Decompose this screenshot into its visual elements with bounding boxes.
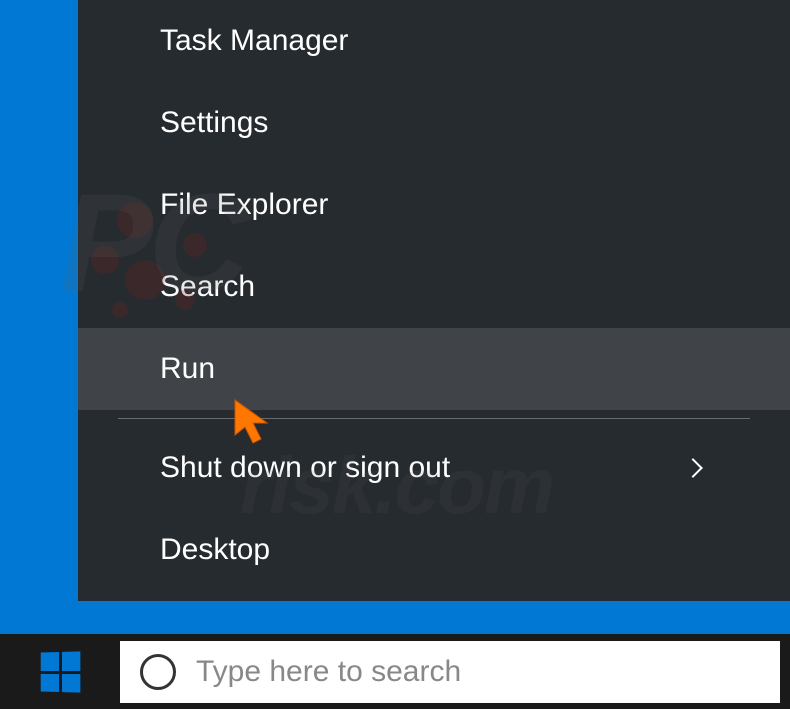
menu-item-desktop[interactable]: Desktop [78,509,790,591]
menu-item-label: Settings [160,106,268,140]
menu-item-label: Desktop [160,533,270,567]
menu-item-label: Task Manager [160,24,348,58]
menu-item-label: Run [160,352,215,386]
desktop: PC risk.com Task Manager Settings File E… [0,0,790,709]
chevron-right-icon [683,458,703,478]
menu-item-label: File Explorer [160,188,328,222]
menu-item-run[interactable]: Run [78,328,790,410]
menu-item-label: Shut down or sign out [160,451,450,485]
menu-divider [118,418,750,419]
taskbar: Type here to search [0,634,790,709]
cursor-pointer-icon [225,395,285,455]
windows-logo-icon [41,651,81,692]
search-placeholder: Type here to search [196,655,461,689]
menu-item-shutdown[interactable]: Shut down or sign out [78,427,790,509]
menu-item-file-explorer[interactable]: File Explorer [78,164,790,246]
winx-context-menu: Task Manager Settings File Explorer Sear… [78,0,790,601]
menu-item-task-manager[interactable]: Task Manager [78,0,790,82]
menu-item-label: Search [160,270,255,304]
menu-item-search[interactable]: Search [78,246,790,328]
menu-item-settings[interactable]: Settings [78,82,790,164]
search-icon [140,654,176,690]
start-button[interactable] [0,634,120,709]
taskbar-search-box[interactable]: Type here to search [120,641,780,703]
